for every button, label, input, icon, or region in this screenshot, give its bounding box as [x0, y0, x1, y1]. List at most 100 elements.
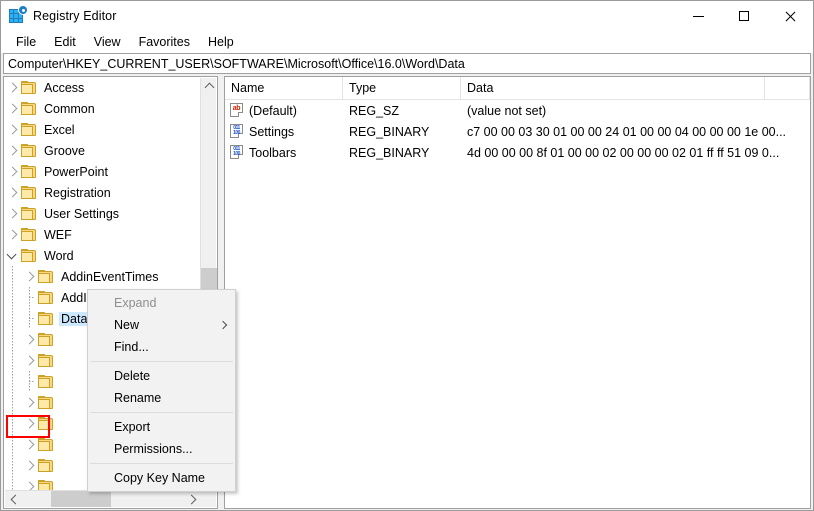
context-menu-separator	[90, 463, 233, 464]
folder-icon	[21, 249, 37, 263]
menu-edit[interactable]: Edit	[45, 32, 85, 52]
scroll-right-arrow-icon[interactable]	[184, 491, 201, 507]
tree-item-label: User Settings	[42, 207, 121, 221]
context-menu-item-new[interactable]: New	[88, 314, 235, 336]
column-header-filler	[765, 77, 810, 99]
value-data-cell: c7 00 00 03 30 01 00 00 24 01 00 00 04 0…	[461, 125, 810, 139]
chevron-right-icon[interactable]	[4, 77, 21, 98]
tree-item-common[interactable]: Common	[4, 98, 201, 119]
tree-item-label: Access	[42, 81, 86, 95]
chevron-right-icon[interactable]	[21, 434, 38, 455]
tree-item-excel[interactable]: Excel	[4, 119, 201, 140]
context-menu-item-label: Find...	[114, 340, 149, 354]
chevron-right-icon[interactable]	[4, 98, 21, 119]
folder-icon	[38, 354, 54, 368]
context-menu-item-label: Rename	[114, 391, 161, 405]
context-menu-separator	[90, 412, 233, 413]
menu-help[interactable]: Help	[199, 32, 243, 52]
tree-item-powerpoint[interactable]: PowerPoint	[4, 161, 201, 182]
close-button[interactable]	[767, 1, 813, 31]
chevron-right-icon[interactable]	[4, 119, 21, 140]
tree-item-wef[interactable]: WEF	[4, 224, 201, 245]
value-type-cell: REG_BINARY	[343, 146, 461, 160]
context-menu-item-label: Copy Key Name	[114, 471, 205, 485]
context-menu-item-delete[interactable]: Delete	[88, 365, 235, 387]
address-bar[interactable]: Computer\HKEY_CURRENT_USER\SOFTWARE\Micr…	[3, 53, 811, 74]
string-value-icon: ab	[230, 103, 244, 118]
column-header-name[interactable]: Name	[225, 77, 343, 99]
tree-item-user-settings[interactable]: User Settings	[4, 203, 201, 224]
registry-editor-window: Registry Editor File Edit View Favorites…	[0, 0, 814, 511]
values-list[interactable]: ab(Default)REG_SZ(value not set)011100Se…	[225, 100, 810, 163]
chevron-down-icon[interactable]	[4, 245, 21, 266]
chevron-right-icon[interactable]	[21, 392, 38, 413]
menu-favorites[interactable]: Favorites	[130, 32, 199, 52]
menu-file[interactable]: File	[7, 32, 45, 52]
chevron-right-icon[interactable]	[4, 224, 21, 245]
chevron-right-icon[interactable]	[4, 203, 21, 224]
context-menu[interactable]: Expand New Find... Delete Rename Export Permis…	[87, 289, 236, 492]
tree-item-label: Data	[59, 312, 89, 326]
folder-icon	[21, 165, 37, 179]
tree-item-label: AddinEventTimes	[59, 270, 161, 284]
tree-indent	[4, 455, 21, 476]
minimize-button[interactable]	[675, 1, 721, 31]
chevron-right-icon[interactable]	[4, 182, 21, 203]
tree-indent	[4, 392, 21, 413]
tree-item-access[interactable]: Access	[4, 77, 201, 98]
context-menu-item-find[interactable]: Find...	[88, 336, 235, 358]
folder-icon	[38, 333, 54, 347]
folder-icon	[21, 123, 37, 137]
tree-indent	[4, 434, 21, 455]
value-name-cell: 011100Toolbars	[225, 145, 343, 160]
folder-icon	[38, 396, 54, 410]
tree-item-label: Word	[42, 249, 76, 263]
context-menu-item-rename[interactable]: Rename	[88, 387, 235, 409]
tree-item-registration[interactable]: Registration	[4, 182, 201, 203]
column-header-type[interactable]: Type	[343, 77, 461, 99]
folder-icon	[38, 312, 54, 326]
tree-item-word[interactable]: Word	[4, 245, 201, 266]
context-menu-item-copy-key-name[interactable]: Copy Key Name	[88, 467, 235, 489]
chevron-right-icon[interactable]	[21, 266, 38, 287]
tree-hscroll-thumb[interactable]	[51, 491, 111, 507]
chevron-right-icon[interactable]	[4, 140, 21, 161]
chevron-right-icon[interactable]	[21, 350, 38, 371]
tree-indent	[4, 329, 21, 350]
tree-indent	[4, 476, 21, 491]
minimize-icon	[693, 16, 704, 17]
registry-editor-icon	[9, 8, 25, 24]
context-menu-item-label: Expand	[114, 296, 156, 310]
tree-item-groove[interactable]: Groove	[4, 140, 201, 161]
chevron-right-icon[interactable]	[21, 413, 38, 434]
value-row[interactable]: ab(Default)REG_SZ(value not set)	[225, 100, 810, 121]
folder-icon	[38, 375, 54, 389]
value-row[interactable]: 011100ToolbarsREG_BINARY4d 00 00 00 8f 0…	[225, 142, 810, 163]
context-menu-item-permissions[interactable]: Permissions...	[88, 438, 235, 460]
tree-indent	[4, 266, 21, 287]
tree-item-label: Excel	[42, 123, 77, 137]
scrollbar-corner	[200, 490, 216, 507]
chevron-right-icon[interactable]	[21, 329, 38, 350]
value-type-cell: REG_BINARY	[343, 125, 461, 139]
folder-icon	[21, 207, 37, 221]
scroll-left-arrow-icon[interactable]	[5, 491, 22, 507]
close-icon	[785, 11, 796, 22]
menu-view[interactable]: View	[85, 32, 130, 52]
binary-value-icon: 011100	[230, 124, 244, 139]
column-header-data[interactable]: Data	[461, 77, 765, 99]
maximize-button[interactable]	[721, 1, 767, 31]
tree-item-addineventtimes[interactable]: AddinEventTimes	[4, 266, 201, 287]
value-row[interactable]: 011100SettingsREG_BINARYc7 00 00 03 30 0…	[225, 121, 810, 142]
context-menu-item-export[interactable]: Export	[88, 416, 235, 438]
tree-indent	[4, 413, 21, 434]
folder-icon	[38, 270, 54, 284]
chevron-right-icon[interactable]	[21, 476, 38, 491]
chevron-right-icon[interactable]	[21, 455, 38, 476]
folder-icon	[38, 438, 54, 452]
context-menu-item-label: Export	[114, 420, 150, 434]
scroll-up-arrow-icon[interactable]	[201, 78, 217, 95]
tree-indent	[4, 287, 21, 308]
tree-horizontal-scrollbar[interactable]	[5, 490, 201, 507]
chevron-right-icon[interactable]	[4, 161, 21, 182]
